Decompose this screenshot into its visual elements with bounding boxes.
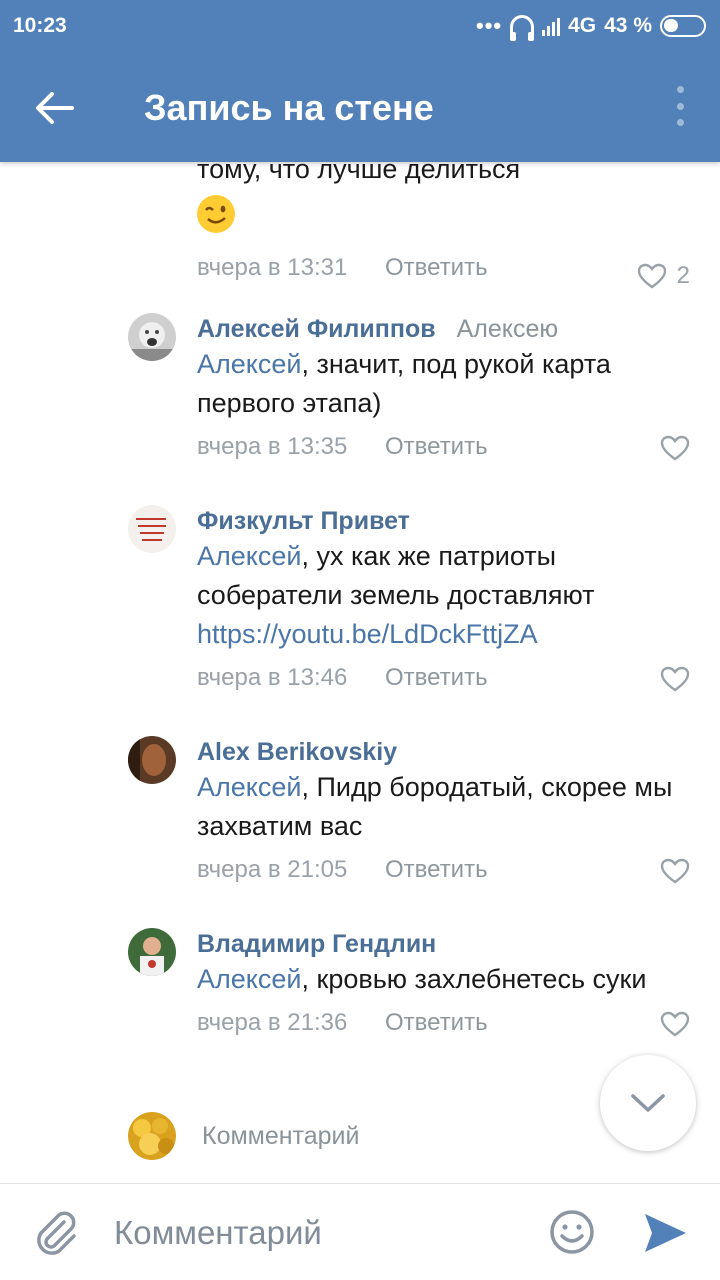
my-avatar [128,1112,176,1160]
page-title: Запись на стене [144,87,434,128]
comment-author[interactable]: Физкульт Привет [197,507,410,535]
smile-icon [550,1210,594,1254]
comment-text: тому, что лучше делиться [197,150,690,244]
comment-body: Владимир Гендлин Алексей, кровью захлебн… [197,928,690,1043]
like-button[interactable] [660,1011,690,1037]
attach-button[interactable] [30,1208,82,1260]
send-button[interactable] [640,1208,690,1258]
back-button[interactable] [24,80,84,136]
comment-header: Владимир Гендлин [197,928,690,960]
battery-icon [660,15,706,37]
comment-author[interactable]: Алексей Филиппов [197,315,436,343]
youtube-link[interactable]: https://youtu.be/LdDckFttjZA [197,619,538,649]
reply-button[interactable]: Ответить [385,658,488,698]
top-bar: 10:23 ••• 4G 43 % Запись на стене [0,0,720,162]
comment-body: тому, что лучше делиться вчера в 13:31 О… [197,150,690,289]
comment-time: вчера в 13:35 [197,433,348,460]
notification-dots-icon: ••• [476,13,503,38]
reply-button[interactable]: Ответить [385,850,488,890]
heart-icon [660,1011,690,1037]
avatar[interactable] [128,928,176,976]
comments-list: тому, что лучше делиться вчера в 13:31 О… [0,0,720,1180]
comment-input[interactable]: Комментарий [114,1214,322,1252]
status-time: 10:23 [13,14,67,37]
comment-text: Алексей, значит, под рукой карта первого… [197,349,611,418]
comment-time: вчера в 13:46 [197,664,348,691]
more-button[interactable] [670,86,690,126]
signal-icon [542,16,561,36]
inline-comment-placeholder[interactable]: Комментарий [202,1122,359,1151]
comment-body: Алексей Филиппов Алексею Алексей, значит… [197,313,690,467]
comment-header: Alex Berikovskiy [197,736,690,768]
send-icon [645,1214,686,1252]
comment-meta: вчера в 21:36 Ответить [197,1003,690,1043]
comment-meta: вчера в 13:46 Ответить [197,658,690,698]
comment-meta: вчера в 13:31 Ответить 2 [197,248,690,289]
like-count: 2 [676,262,690,289]
headphones-icon [510,15,535,41]
status-indicators: ••• 4G 43 % [476,12,706,41]
like-button[interactable]: 2 [637,256,690,296]
like-button[interactable] [660,858,690,884]
comment-time: вчера в 21:05 [197,856,348,883]
reply-button[interactable]: Ответить [385,1003,488,1043]
comment-text: Алексей, кровью захлебнетесь суки [197,964,647,994]
heart-icon [660,858,690,884]
avatar[interactable] [128,313,176,361]
comment-author[interactable]: Alex Berikovskiy [197,738,397,766]
heart-icon [637,263,666,289]
battery-percent: 43 % [604,14,652,37]
heart-icon [660,435,690,461]
heart-icon [660,666,690,692]
comment-author[interactable]: Владимир Гендлин [197,930,436,958]
more-vertical-icon [676,86,684,93]
comment-header: Алексей Филиппов Алексею [197,313,690,345]
chevron-down-icon [631,1094,665,1112]
status-bar: 10:23 ••• 4G 43 % [0,0,720,52]
comment-composer: Комментарий [0,1183,720,1280]
network-type: 4G [568,14,597,37]
reply-button[interactable]: Ответить [385,427,488,467]
comment-time: вчера в 13:31 [197,254,348,281]
mention-link[interactable]: Алексей [197,964,302,994]
comment-text: Алексей, ух как же патриоты собератели з… [197,541,595,649]
comment-meta: вчера в 13:35 Ответить [197,427,690,467]
mention-link[interactable]: Алексей [197,772,302,802]
like-button[interactable] [660,435,690,461]
avatar[interactable] [128,505,176,553]
avatar[interactable] [128,736,176,784]
comment-meta: вчера в 21:05 Ответить [197,850,690,890]
mention-link[interactable]: Алексей [197,541,302,571]
comment-time: вчера в 21:36 [197,1009,348,1036]
emoji-button[interactable] [548,1208,596,1256]
reply-to-name[interactable]: Алексею [457,315,559,343]
comment-body: Alex Berikovskiy Алексей, Пидр бородатый… [197,736,690,890]
app-bar: Запись на стене [0,52,720,162]
comment-header: Физкульт Привет [197,505,690,537]
comment-body: Физкульт Привет Алексей, ух как же патри… [197,505,690,698]
mention-link[interactable]: Алексей [197,349,302,379]
arrow-left-icon [36,92,74,124]
scroll-down-button[interactable] [600,1055,696,1151]
comment-text: Алексей, Пидр бородатый, скорее мы захва… [197,772,673,841]
wink-emoji-icon [197,195,235,233]
paperclip-icon [37,1211,76,1255]
reply-button[interactable]: Ответить [385,248,488,288]
like-button[interactable] [660,666,690,692]
